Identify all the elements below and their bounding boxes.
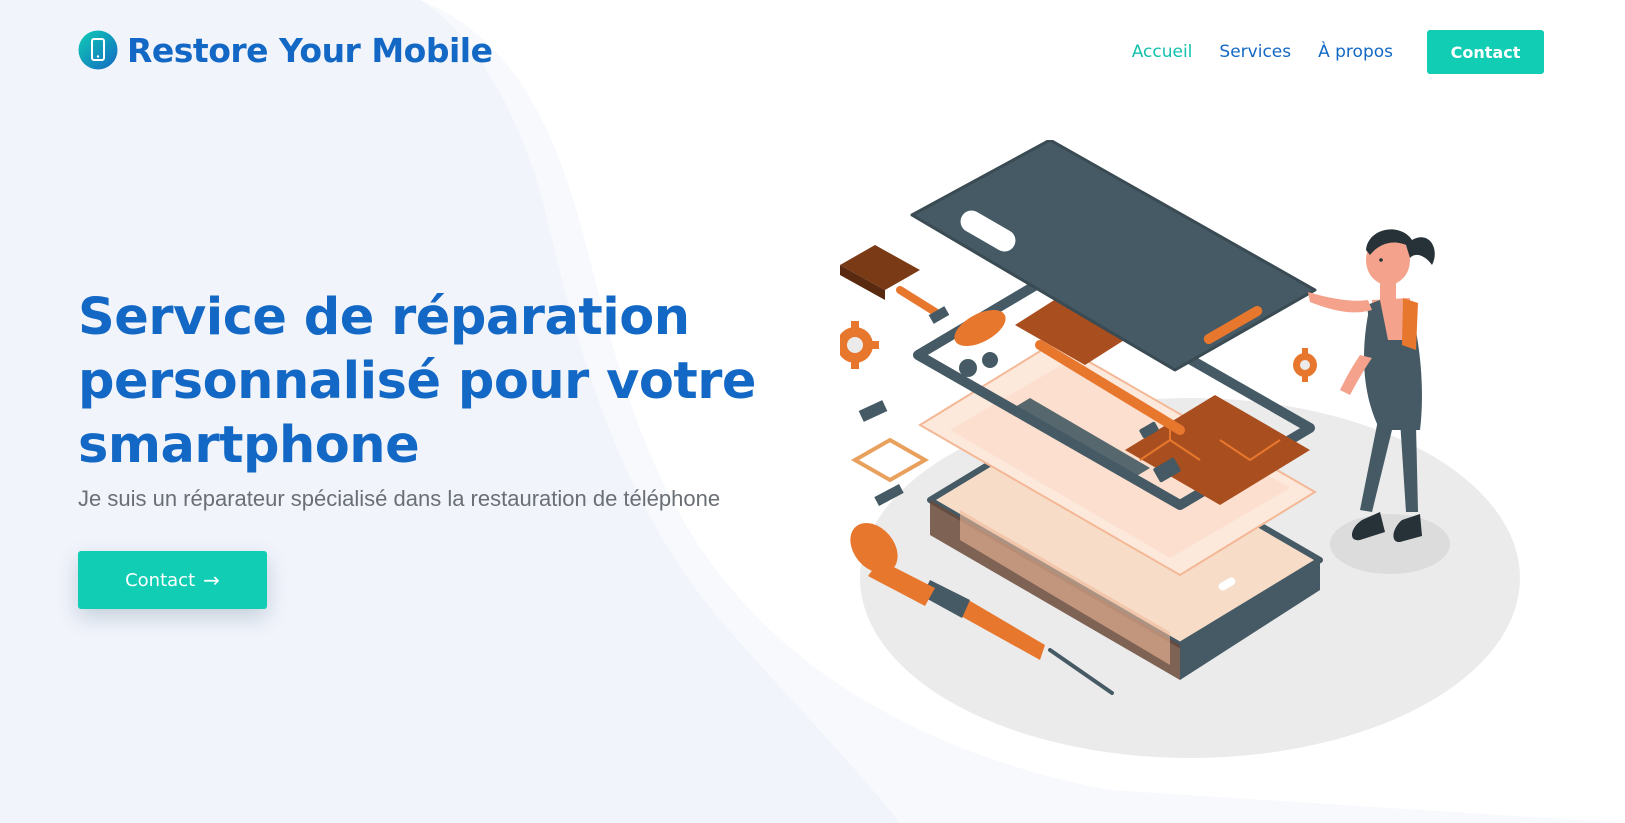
nav-link-accueil[interactable]: Accueil xyxy=(1132,42,1193,62)
main-nav: Accueil Services À propos Contact xyxy=(1132,30,1625,74)
gear-icon xyxy=(840,321,879,369)
brand-logo[interactable]: Restore Your Mobile xyxy=(78,30,493,70)
person-shadow xyxy=(1330,514,1450,574)
page: Restore Your Mobile Accueil Services À p… xyxy=(0,0,1625,823)
arrow-right-icon: → xyxy=(203,568,220,592)
nav-link-a-propos[interactable]: À propos xyxy=(1318,42,1393,62)
smartphone-icon xyxy=(78,30,118,70)
hero-title: Service de réparation personnalisé pour … xyxy=(78,288,757,475)
phone-repair-illustration xyxy=(840,140,1520,758)
gear-icon xyxy=(1293,348,1317,382)
hero-subtitle: Je suis un réparateur spécialisé dans la… xyxy=(78,486,721,511)
hero-contact-button[interactable]: Contact → xyxy=(78,551,267,609)
hero-contact-label: Contact xyxy=(125,569,196,591)
battery-part xyxy=(840,245,950,324)
site-header: Restore Your Mobile Accueil Services À p… xyxy=(0,0,1625,100)
brand-name: Restore Your Mobile xyxy=(127,30,493,70)
nav-contact-button[interactable]: Contact xyxy=(1427,30,1544,74)
nav-link-services[interactable]: Services xyxy=(1219,42,1291,62)
